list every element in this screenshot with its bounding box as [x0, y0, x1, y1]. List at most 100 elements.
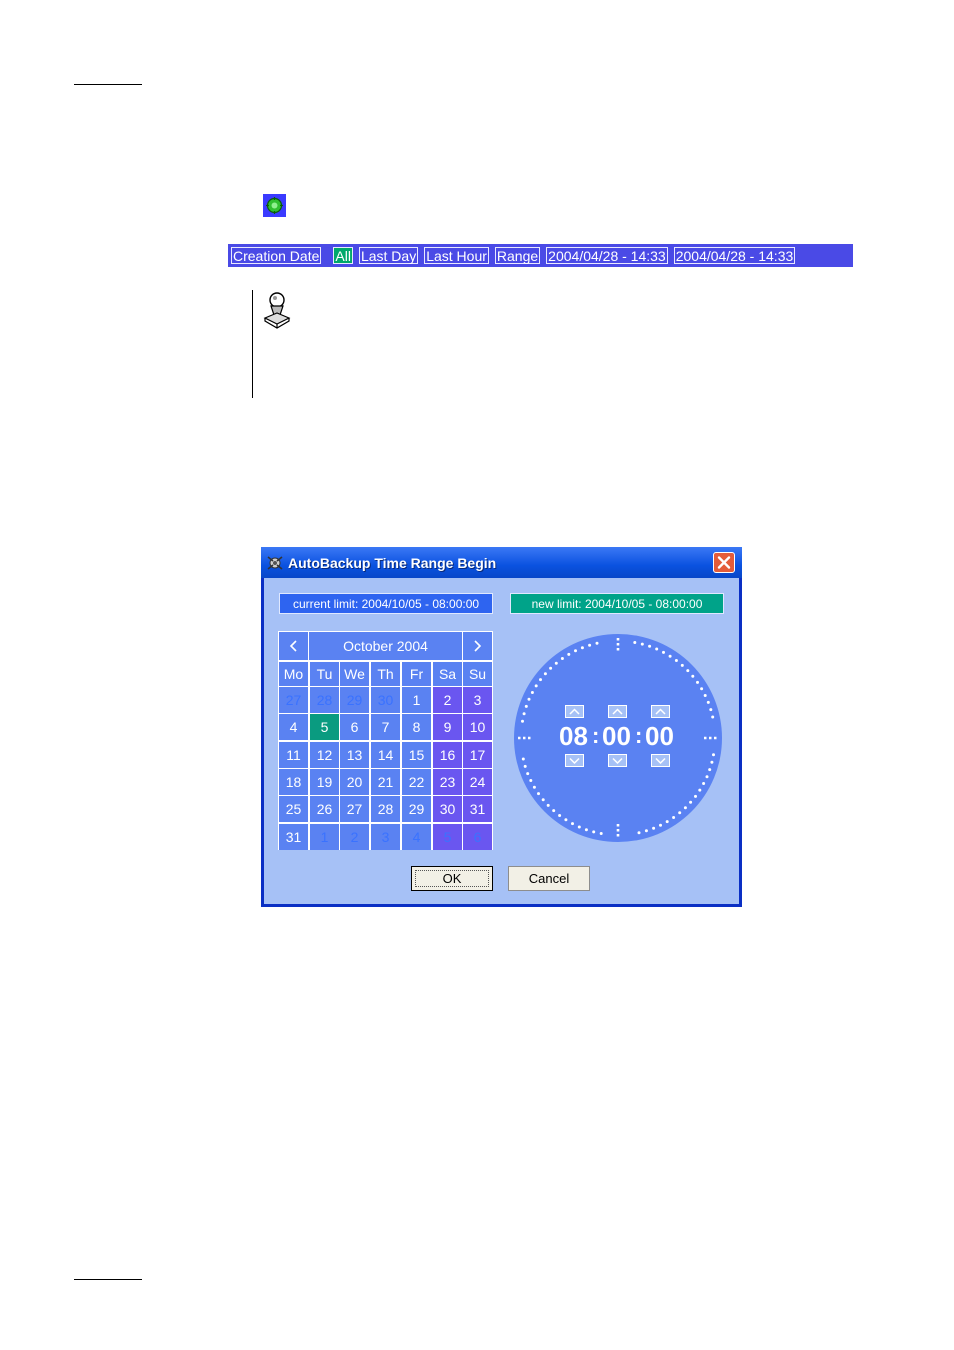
seconds-value[interactable]: 00: [645, 721, 674, 752]
hours-down-button[interactable]: [565, 754, 584, 767]
dialog-titlebar[interactable]: AutoBackup Time Range Begin: [261, 547, 742, 578]
calendar-grid: Mo Tu We Th Fr Sa Su 27 28 29 30 1 2 3 4 5 6 7 8 9 10 11 12 13 1…: [279, 662, 493, 850]
clock-dot: [537, 792, 540, 796]
calendar-day[interactable]: 16: [433, 741, 462, 768]
calendar-day[interactable]: 6: [463, 823, 492, 850]
clock-dot: [633, 641, 637, 644]
calendar-day[interactable]: 12: [310, 741, 339, 768]
note-pin-icon: [261, 291, 293, 331]
calendar-day[interactable]: 15: [402, 741, 431, 768]
calendar-day[interactable]: 28: [310, 687, 339, 713]
calendar-day[interactable]: 18: [279, 768, 308, 795]
clock-dot: [702, 782, 706, 785]
seconds-up-button[interactable]: [651, 705, 670, 718]
clock-dot: [534, 684, 538, 688]
calendar-day[interactable]: 1: [310, 823, 339, 850]
calendar-day[interactable]: 31: [279, 823, 308, 850]
prev-month-button[interactable]: [279, 632, 308, 660]
clock-dot: [674, 659, 678, 662]
filter-all-button[interactable]: All: [333, 247, 353, 264]
close-button[interactable]: [713, 552, 735, 573]
minutes-down-button[interactable]: [608, 754, 627, 767]
clock-dot: [686, 669, 690, 673]
calendar-day[interactable]: 2: [433, 687, 462, 713]
calendar-day[interactable]: 30: [433, 796, 462, 823]
calendar-day[interactable]: 21: [371, 768, 400, 795]
filter-last-day-button[interactable]: Last Day: [358, 247, 419, 264]
clock-dot: [683, 806, 687, 810]
weekday-header: Su: [463, 662, 492, 686]
chevron-up-icon: [569, 708, 580, 715]
calendar-day[interactable]: 14: [371, 741, 400, 768]
calendar-day[interactable]: 26: [310, 796, 339, 823]
clock-dot: [546, 803, 550, 807]
clock-dot: [580, 646, 584, 650]
next-month-button[interactable]: [463, 632, 492, 660]
calendar-day[interactable]: 13: [340, 741, 369, 768]
autobackup-time-range-dialog: AutoBackup Time Range Begin current limi…: [261, 547, 742, 907]
clock-dot: [521, 757, 525, 761]
calendar-day[interactable]: 20: [340, 768, 369, 795]
calendar-day-selected[interactable]: 5: [310, 714, 339, 741]
calendar-header: October 2004: [278, 631, 493, 661]
current-limit-display: current limit: 2004/10/05 - 08:00:00: [279, 593, 493, 614]
clock-dot: [662, 650, 665, 654]
calendar-day[interactable]: 6: [340, 714, 369, 741]
clock-dot: [527, 697, 531, 701]
ok-button-label: OK: [415, 870, 489, 887]
clock-dot: [637, 831, 641, 835]
calendar-day[interactable]: 2: [340, 823, 369, 850]
clock-dot: [665, 820, 669, 824]
calendar-day[interactable]: 9: [433, 714, 462, 741]
clock-dot: [541, 798, 545, 802]
calendar-day[interactable]: 4: [402, 823, 431, 850]
calendar-day[interactable]: 29: [340, 687, 369, 713]
calendar-day[interactable]: 27: [340, 796, 369, 823]
minutes-value[interactable]: 00: [602, 721, 631, 752]
calendar-day[interactable]: 29: [402, 796, 431, 823]
calendar-day[interactable]: 5: [433, 823, 462, 850]
weekday-header: Tu: [310, 662, 339, 686]
clock-dot: [672, 816, 676, 819]
clock-dot: [526, 772, 530, 776]
calendar-day[interactable]: 28: [371, 796, 400, 823]
hours-up-button[interactable]: [565, 705, 584, 718]
clock-dot: [696, 680, 699, 684]
calendar-day[interactable]: 22: [402, 768, 431, 795]
calendar-day[interactable]: 11: [279, 741, 308, 768]
clock-dot: [588, 643, 592, 647]
weekday-header: Mo: [279, 662, 308, 686]
seconds-down-button[interactable]: [651, 754, 670, 767]
calendar-day[interactable]: 17: [463, 741, 492, 768]
range-end-field[interactable]: 2004/04/28 - 14:33: [673, 247, 796, 264]
range-begin-field[interactable]: 2004/04/28 - 14:33: [546, 247, 668, 264]
cancel-button[interactable]: Cancel: [508, 866, 590, 891]
clock-dot: [655, 647, 659, 651]
calendar-day[interactable]: 27: [279, 687, 308, 713]
calendar-day[interactable]: 23: [433, 768, 462, 795]
ok-button[interactable]: OK: [411, 866, 493, 891]
calendar-day[interactable]: 30: [371, 687, 400, 713]
calendar-day[interactable]: 1: [402, 687, 431, 713]
filter-last-hour-button[interactable]: Last Hour: [424, 247, 489, 264]
calendar-day[interactable]: 19: [310, 768, 339, 795]
header-rule: [74, 84, 142, 85]
calendar-day[interactable]: 3: [463, 687, 492, 713]
calendar-day[interactable]: 7: [371, 714, 400, 741]
clock-dot: [712, 753, 715, 757]
hours-value[interactable]: 08: [559, 721, 588, 752]
clock-dot: [530, 691, 534, 694]
filter-range-button[interactable]: Range: [494, 247, 541, 264]
calendar-day[interactable]: 24: [463, 768, 492, 795]
chevron-right-icon: [474, 640, 482, 652]
calendar-day[interactable]: 31: [463, 796, 492, 823]
clock-dot: [558, 814, 562, 817]
weekday-header: Sa: [433, 662, 462, 686]
calendar-day[interactable]: 3: [371, 823, 400, 850]
calendar-day[interactable]: 10: [463, 714, 492, 741]
calendar-day[interactable]: 25: [279, 796, 308, 823]
calendar-day[interactable]: 8: [402, 714, 431, 741]
minutes-up-button[interactable]: [608, 705, 627, 718]
clock-dot: [680, 663, 684, 667]
calendar-day[interactable]: 4: [279, 714, 308, 741]
